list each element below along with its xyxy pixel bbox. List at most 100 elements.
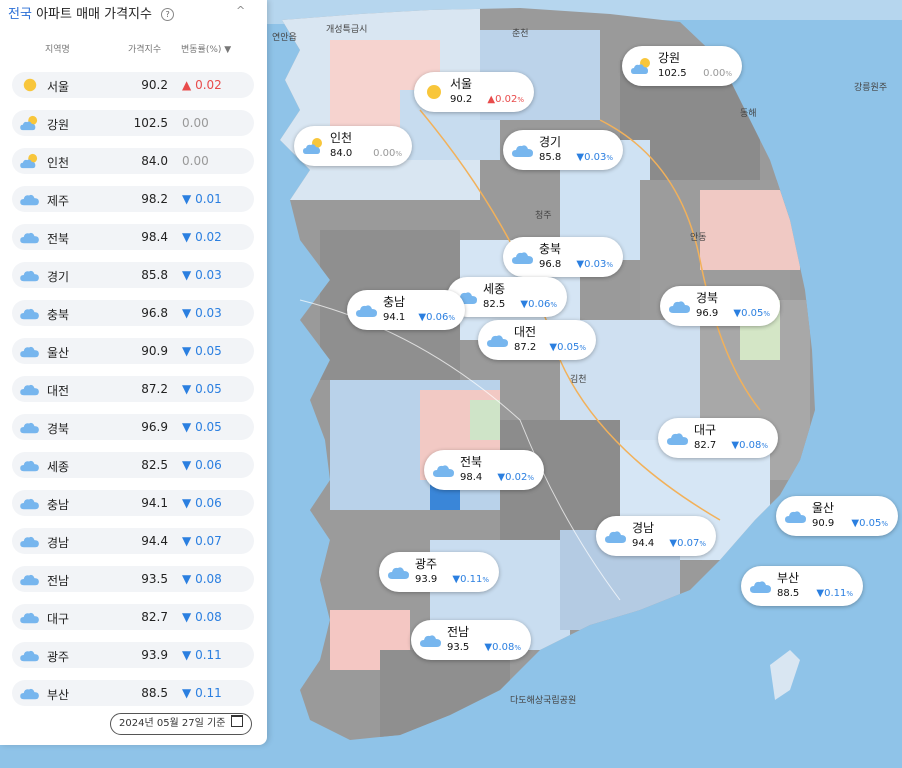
card-region-name: 인천 bbox=[330, 131, 353, 145]
percent-sign: % bbox=[725, 70, 732, 78]
card-change-rate: ▲0.02% bbox=[487, 94, 524, 105]
price-index-value: 93.9 bbox=[141, 648, 168, 662]
help-icon[interactable]: ? bbox=[161, 8, 175, 21]
map-region-card[interactable]: 전남 93.5 ▼0.08% bbox=[411, 620, 531, 660]
change-rate: ▼ 0.11 bbox=[182, 648, 222, 662]
map-region-card[interactable]: 경기 85.8 ▼0.03% bbox=[503, 130, 623, 170]
percent-sign: % bbox=[763, 310, 770, 318]
change-value: 0.11 bbox=[195, 686, 222, 700]
map-region-card[interactable]: 인천 84.0 0.00% bbox=[294, 126, 412, 166]
map-region-card[interactable]: 광주 93.9 ▼0.11% bbox=[379, 552, 499, 592]
region-row[interactable]: 세종 82.5 ▼ 0.06 bbox=[12, 452, 254, 478]
down-arrow-icon: ▼ bbox=[182, 230, 192, 244]
card-region-name: 울산 bbox=[812, 501, 835, 515]
change-rate: 0.00 bbox=[182, 154, 209, 168]
map-region-card[interactable]: 충북 96.8 ▼0.03% bbox=[503, 237, 623, 277]
change-rate: ▼ 0.11 bbox=[182, 686, 222, 700]
region-row[interactable]: 광주 93.9 ▼ 0.11 bbox=[12, 642, 254, 668]
region-row[interactable]: 전북 98.4 ▼ 0.02 bbox=[12, 224, 254, 250]
region-name: 인천 bbox=[47, 156, 70, 170]
region-name: 광주 bbox=[47, 650, 70, 664]
card-region-name: 세종 bbox=[483, 282, 506, 296]
down-arrow-icon: ▼ bbox=[182, 306, 192, 320]
card-change-rate: ▼0.05% bbox=[733, 308, 770, 319]
map-region-card[interactable]: 대구 82.7 ▼0.08% bbox=[658, 418, 778, 458]
region-row[interactable]: 대전 87.2 ▼ 0.05 bbox=[12, 376, 254, 402]
region-row[interactable]: 경남 94.4 ▼ 0.07 bbox=[12, 528, 254, 554]
region-row[interactable]: 충북 96.8 ▼ 0.03 bbox=[12, 300, 254, 326]
change-rate: ▼ 0.01 bbox=[182, 192, 222, 206]
region-row[interactable]: 제주 98.2 ▼ 0.01 bbox=[12, 186, 254, 212]
place-label: 춘천 bbox=[512, 28, 529, 39]
map-region-card[interactable]: 대전 87.2 ▼0.05% bbox=[478, 320, 596, 360]
map-region-card[interactable]: 서울 90.2 ▲0.02% bbox=[414, 72, 534, 112]
change-value: 0.08 bbox=[195, 610, 222, 624]
map-region-card[interactable]: 강원 102.5 0.00% bbox=[622, 46, 742, 86]
change-value: 0.06 bbox=[195, 458, 222, 472]
card-region-name: 전북 bbox=[460, 455, 483, 469]
region-name: 제주 bbox=[47, 194, 70, 208]
map-region-card[interactable]: 세종 82.5 ▼0.06% bbox=[447, 277, 567, 317]
card-price-index: 88.5 bbox=[777, 588, 800, 599]
place-label: 개성특급시 bbox=[326, 24, 367, 35]
collapse-chevron-icon[interactable]: ^ bbox=[236, 4, 245, 17]
change-value: 0.03 bbox=[195, 268, 222, 282]
region-scope-selector[interactable]: 전국 bbox=[8, 7, 32, 22]
region-row[interactable]: 대구 82.7 ▼ 0.08 bbox=[12, 604, 254, 630]
percent-sign: % bbox=[761, 442, 768, 450]
card-change-rate: ▼0.08% bbox=[484, 642, 521, 653]
map-region-card[interactable]: 충남 94.1 ▼0.06% bbox=[347, 290, 465, 330]
percent-sign: % bbox=[550, 301, 557, 309]
region-name: 부산 bbox=[47, 688, 70, 702]
sun-icon bbox=[422, 83, 446, 101]
price-index-value: 87.2 bbox=[141, 382, 168, 396]
map-region-card[interactable]: 울산 90.9 ▼0.05% bbox=[776, 496, 898, 536]
region-row[interactable]: 서울 90.2 ▲ 0.02 bbox=[12, 72, 254, 98]
card-region-name: 충남 bbox=[383, 295, 406, 309]
card-region-name: 경북 bbox=[696, 291, 719, 305]
card-region-name: 전남 bbox=[447, 625, 470, 639]
percent-sign: % bbox=[514, 644, 521, 652]
card-price-index: 90.9 bbox=[812, 518, 835, 529]
change-value: 0.05 bbox=[195, 382, 222, 396]
card-region-name: 서울 bbox=[450, 77, 473, 91]
price-index-panel: 전국 아파트 매매 가격지수 ? ^ 지역명 가격지수 변동률(%) ▼ 서울 9… bbox=[0, 0, 267, 745]
date-selector[interactable]: 2024년 05월 27일 기준 bbox=[110, 713, 253, 735]
change-value: 0.01 bbox=[195, 192, 222, 206]
change-rate: ▼ 0.03 bbox=[182, 306, 222, 320]
price-index-value: 102.5 bbox=[133, 116, 168, 130]
region-row[interactable]: 경북 96.9 ▼ 0.05 bbox=[12, 414, 254, 440]
region-row[interactable]: 경기 85.8 ▼ 0.03 bbox=[12, 262, 254, 288]
card-change-rate: ▼0.02% bbox=[497, 472, 534, 483]
region-name: 경북 bbox=[47, 422, 70, 436]
card-region-name: 경남 bbox=[632, 521, 655, 535]
region-row[interactable]: 전남 93.5 ▼ 0.08 bbox=[12, 566, 254, 592]
down-arrow-icon: ▼ bbox=[731, 440, 740, 451]
column-header-change-sort[interactable]: 변동률(%) ▼ bbox=[181, 42, 231, 55]
map-region-card[interactable]: 전북 98.4 ▼0.02% bbox=[424, 450, 544, 490]
cloud-icon bbox=[19, 533, 41, 549]
map-region-card[interactable]: 경북 96.9 ▼0.05% bbox=[660, 286, 780, 326]
card-region-name: 광주 bbox=[415, 557, 438, 571]
card-change-rate: ▼0.03% bbox=[576, 259, 613, 270]
card-price-index: 93.5 bbox=[447, 642, 470, 653]
price-index-value: 94.1 bbox=[141, 496, 168, 510]
card-change-value: 0.05 bbox=[557, 342, 580, 353]
region-row[interactable]: 충남 94.1 ▼ 0.06 bbox=[12, 490, 254, 516]
region-row[interactable]: 부산 88.5 ▼ 0.11 bbox=[12, 680, 254, 706]
cloud-icon bbox=[19, 571, 41, 587]
region-row[interactable]: 강원 102.5 0.00 bbox=[12, 110, 254, 136]
cloud-icon bbox=[604, 527, 628, 545]
cloud-icon bbox=[19, 305, 41, 321]
map-region-card[interactable]: 부산 88.5 ▼0.11% bbox=[741, 566, 863, 606]
region-row[interactable]: 울산 90.9 ▼ 0.05 bbox=[12, 338, 254, 364]
card-change-value: 0.06 bbox=[528, 299, 551, 310]
down-arrow-icon: ▼ bbox=[520, 299, 529, 310]
down-arrow-icon: ▼ bbox=[182, 610, 192, 624]
region-name: 경기 bbox=[47, 270, 70, 284]
card-price-index: 90.2 bbox=[450, 94, 473, 105]
map-region-card[interactable]: 경남 94.4 ▼0.07% bbox=[596, 516, 716, 556]
percent-sign: % bbox=[699, 540, 706, 548]
region-row[interactable]: 인천 84.0 0.00 bbox=[12, 148, 254, 174]
card-change-rate: ▼0.06% bbox=[418, 312, 455, 323]
